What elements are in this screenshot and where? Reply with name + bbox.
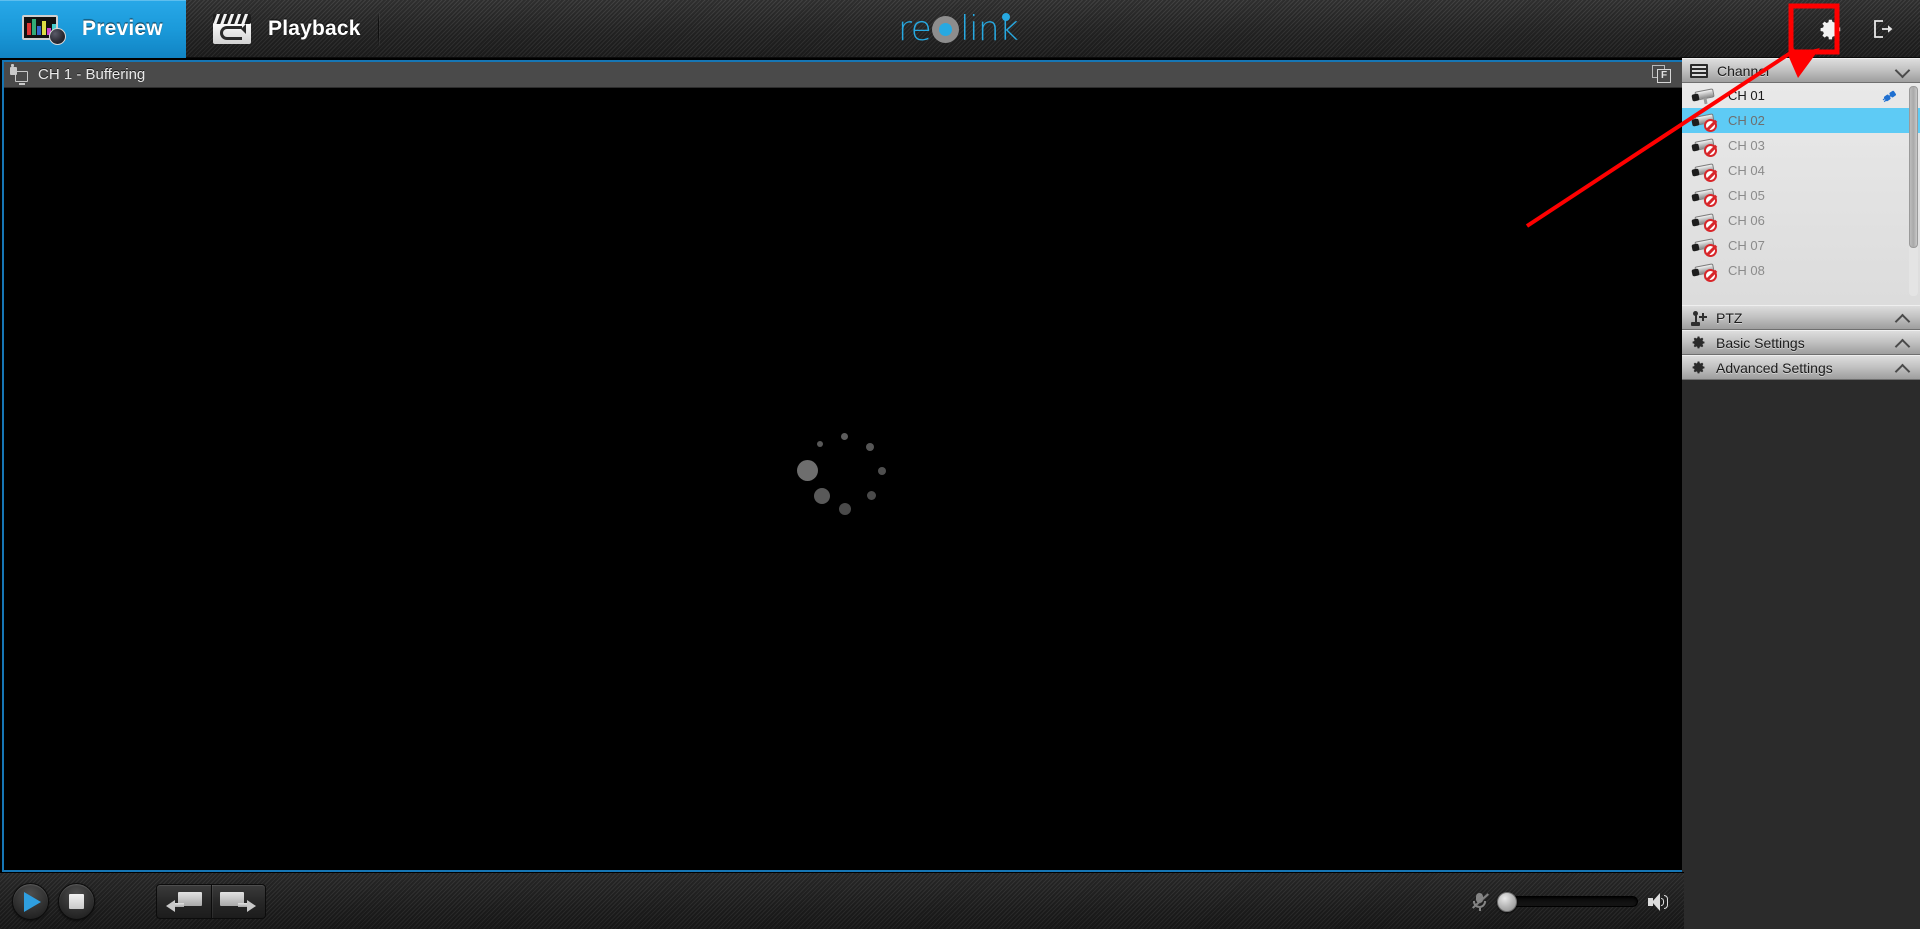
volume-slider[interactable] [1497,892,1638,912]
sidebar-section-advanced-settings-label: Advanced Settings [1716,359,1833,376]
channel-name: CH 01 [1728,88,1765,103]
channel-row-ch01[interactable]: CH 01 [1682,83,1920,108]
sidebar-section-channel-label: Channel [1717,62,1770,79]
channel-list-scrollbar[interactable] [1909,86,1918,296]
preview-monitor-icon [22,13,66,45]
camera-icon [1691,87,1716,105]
play-icon [24,891,41,912]
chevron-up-icon[interactable] [1896,365,1909,372]
sidebar-section-basic-settings-label: Basic Settings [1716,334,1805,351]
list-icon [1690,63,1708,78]
loading-spinner [797,433,889,525]
page-navigation-group [156,884,266,919]
channel-row-ch03[interactable]: CH 03 [1682,133,1920,158]
volume-slider-thumb[interactable] [1497,892,1517,912]
video-canvas[interactable] [4,88,1682,870]
video-channel-title: CH 1 - Buffering [38,66,146,83]
frame-layout-button[interactable]: F [1652,65,1674,85]
ptz-joystick-icon [1690,310,1707,326]
channel-row-ch02[interactable]: CH 02 [1682,108,1920,133]
channel-row-ch06[interactable]: CH 06 [1682,208,1920,233]
chevron-down-icon[interactable] [1896,68,1909,75]
frame-layout-label: F [1657,69,1671,83]
video-preview-pane: CH 1 - Buffering F [2,60,1684,872]
channel-name: CH 03 [1728,138,1765,153]
scrollbar-thumb[interactable] [1909,86,1918,248]
video-channel-header: CH 1 - Buffering F [4,62,1682,88]
sidebar-section-ptz[interactable]: PTZ [1682,305,1920,330]
sidebar-section-ptz-label: PTZ [1716,309,1743,326]
camera-icon [1691,237,1717,257]
previous-page-button[interactable] [157,885,211,918]
chevron-up-icon[interactable] [1896,340,1909,347]
channel-name: CH 02 [1728,113,1765,128]
screen-left-arrow-icon [165,891,202,912]
top-navigation-bar: Preview Playback re link [0,0,1920,58]
stop-button[interactable] [58,883,95,920]
channel-list[interactable]: CH 01 CH 02 CH 03 CH 04 CH 05 CH 06 CH 0… [1682,83,1920,305]
channel-name: CH 08 [1728,263,1765,278]
chevron-up-icon[interactable] [1896,315,1909,322]
mic-muted-icon[interactable] [1472,892,1489,911]
gear-icon [1690,334,1707,351]
audio-controls [1472,873,1668,929]
tab-playback[interactable]: Playback [190,0,375,58]
sidebar-section-channel[interactable]: Channel [1682,58,1920,83]
playback-control-bar [0,872,1684,929]
screen-right-arrow-icon [220,891,257,912]
channel-row-ch04[interactable]: CH 04 [1682,158,1920,183]
camera-icon [1691,262,1717,282]
channel-row-ch07[interactable]: CH 07 [1682,233,1920,258]
camera-icon [1691,212,1717,232]
channel-row-ch05[interactable]: CH 05 [1682,183,1920,208]
gear-cog-icon [1690,359,1707,376]
channel-row-ch08[interactable]: CH 08 [1682,258,1920,283]
tab-playback-label: Playback [268,17,361,40]
channel-name: CH 06 [1728,213,1765,228]
clapperboard-icon [212,13,252,45]
sidebar-section-advanced-settings[interactable]: Advanced Settings [1682,355,1920,380]
camera-monitor-icon [10,63,28,85]
connected-plug-icon [1882,88,1898,104]
tab-separator [378,13,379,45]
camera-icon [1691,137,1717,157]
next-page-button[interactable] [212,885,266,918]
camera-icon [1691,112,1717,132]
camera-icon [1691,162,1717,182]
tab-preview-label: Preview [82,17,163,40]
right-sidebar: Channel CH 01 CH 02 CH 03 CH 04 CH 05 CH… [1682,58,1920,929]
channel-name: CH 04 [1728,163,1765,178]
channel-name: CH 07 [1728,238,1765,253]
sidebar-section-basic-settings[interactable]: Basic Settings [1682,330,1920,355]
camera-icon [1691,187,1717,207]
tab-preview[interactable]: Preview [0,0,186,58]
settings-gear-button[interactable] [1810,8,1852,50]
logout-icon [1874,20,1893,38]
play-button[interactable] [12,883,49,920]
speaker-icon[interactable] [1648,892,1668,911]
stop-icon [69,894,84,909]
gear-icon [1820,19,1841,40]
reolink-client-window: Preview Playback re link CH 1 - Bufferin… [0,0,1920,929]
reolink-logo: re link [898,9,1019,49]
channel-name: CH 05 [1728,188,1765,203]
logout-button[interactable] [1862,9,1902,49]
